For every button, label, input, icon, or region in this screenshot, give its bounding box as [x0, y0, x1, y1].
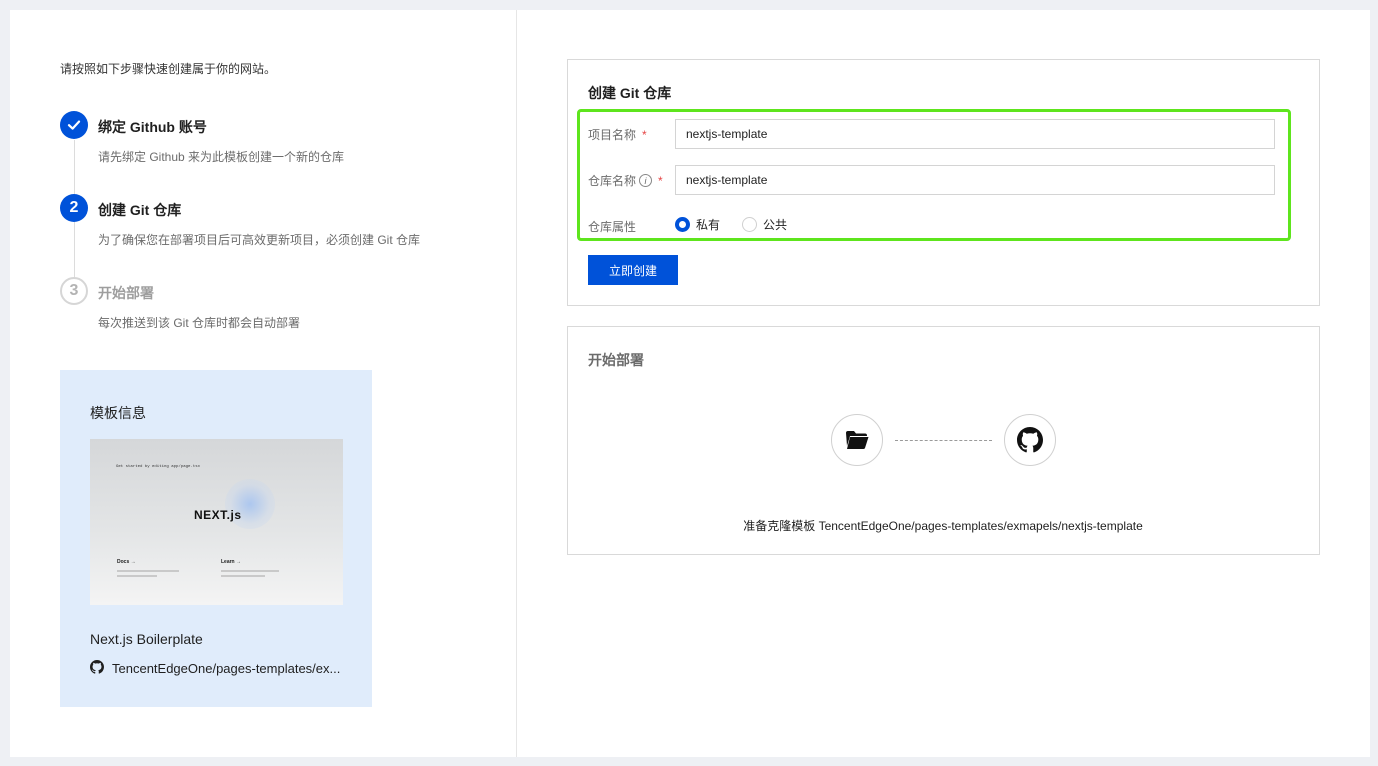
template-info-card: 模板信息 Get started by editing app/page.tsx… — [60, 370, 372, 707]
template-repo-text: TencentEdgeOne/pages-templates/ex... — [112, 661, 341, 676]
step-connector — [74, 222, 75, 278]
step-title: 开始部署 — [98, 285, 154, 301]
create-now-button[interactable]: 立即创建 — [588, 255, 678, 285]
preview-top-text: Get started by editing app/page.tsx — [116, 465, 201, 469]
visibility-row: 仓库属性 — [588, 218, 636, 235]
github-icon — [90, 660, 104, 677]
preview-text-line — [117, 575, 157, 577]
intro-text: 请按照如下步骤快速创建属于你的网站。 — [60, 62, 277, 76]
template-preview-image: Get started by editing app/page.tsx NEXT… — [90, 439, 343, 605]
repo-name-row: 仓库名称 i * — [588, 172, 663, 189]
step-title: 创建 Git 仓库 — [98, 202, 182, 218]
required-mark: * — [658, 173, 663, 188]
step-desc: 为了确保您在部署项目后可高效更新项目，必须创建 Git 仓库 — [98, 233, 421, 247]
folder-icon — [831, 414, 883, 466]
step-number: 2 — [60, 194, 88, 222]
github-icon — [1004, 414, 1056, 466]
preview-docs: Docs → — [117, 559, 136, 565]
create-repo-title: 创建 Git 仓库 — [588, 85, 672, 101]
template-name: Next.js Boilerplate — [90, 631, 203, 647]
project-name-row: 项目名称 * — [588, 126, 647, 143]
project-name-input[interactable] — [675, 119, 1275, 149]
radio-public[interactable]: 公共 — [742, 216, 787, 233]
repo-name-input[interactable] — [675, 165, 1275, 195]
column-divider — [516, 10, 517, 757]
template-section-title: 模板信息 — [90, 405, 146, 421]
step-desc: 请先绑定 Github 来为此模板创建一个新的仓库 — [98, 150, 345, 164]
preview-learn: Learn → — [221, 559, 242, 565]
preview-logo: NEXT.js — [194, 508, 242, 522]
step-number: 3 — [60, 277, 88, 305]
preview-text-line — [117, 570, 179, 572]
radio-checked-icon[interactable] — [675, 217, 690, 232]
preview-text-line — [221, 570, 279, 572]
project-name-label: 项目名称 * — [588, 127, 647, 143]
info-icon[interactable]: i — [639, 174, 653, 187]
required-mark: * — [642, 127, 647, 142]
radio-private[interactable]: 私有 — [675, 216, 720, 233]
preview-text-line — [221, 575, 265, 577]
step-connector — [74, 140, 75, 196]
check-icon — [60, 111, 88, 139]
radio-unchecked-icon[interactable] — [742, 217, 758, 232]
template-repo-link[interactable]: TencentEdgeOne/pages-templates/ex... — [90, 660, 340, 677]
step-desc: 每次推送到该 Git 仓库时都会自动部署 — [98, 316, 301, 330]
repo-name-label: 仓库名称 i * — [588, 173, 663, 189]
visibility-radio-group: 私有 公共 — [675, 216, 809, 233]
deploy-title: 开始部署 — [588, 352, 644, 368]
deploy-status-text: 准备克隆模板 TencentEdgeOne/pages-templates/ex… — [743, 519, 1143, 533]
step-title: 绑定 Github 账号 — [98, 119, 207, 135]
connector-dashed-line — [895, 440, 992, 441]
visibility-label: 仓库属性 — [588, 220, 637, 234]
